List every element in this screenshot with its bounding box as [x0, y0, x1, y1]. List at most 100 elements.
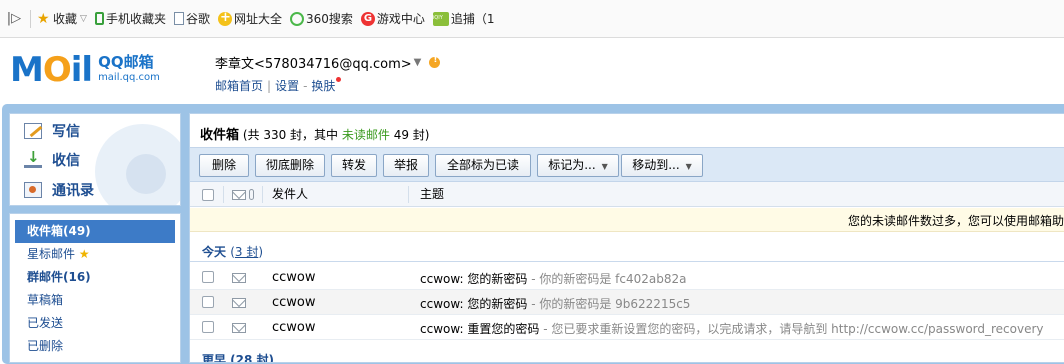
- divider: [190, 261, 1064, 262]
- chevron-down-icon: ▼: [685, 162, 692, 171]
- write-label: 写信: [52, 124, 80, 140]
- mail-subject[interactable]: ccwow: 您的新密码 - 你的新密码是 fc402ab82a: [420, 270, 686, 287]
- purge-button[interactable]: 彻底删除: [255, 154, 325, 177]
- folder-drafts[interactable]: 草稿箱: [10, 289, 180, 312]
- mail-subject-text: ccwow: 您的新密码: [420, 272, 528, 286]
- select-all-checkbox[interactable]: [202, 188, 214, 201]
- game-icon: [360, 11, 375, 26]
- brand-url: mail.qq.com: [98, 72, 160, 83]
- video-icon: [432, 11, 449, 26]
- sidebar-toggle-icon[interactable]: |▷: [0, 11, 28, 26]
- qq-mail-logo[interactable]: MOil QQ邮箱 mail.qq.com: [10, 52, 160, 88]
- contacts-button[interactable]: 通讯录: [24, 178, 94, 202]
- mail-header: MOil QQ邮箱 mail.qq.com 李章文<578034716@qq.c…: [0, 38, 1064, 102]
- group-today-count: (3 封): [230, 245, 264, 259]
- compose-panel: 写信 收信 通讯录: [9, 113, 181, 206]
- group-earlier: 更早 (28 封): [202, 353, 275, 363]
- folder-inbox[interactable]: 收件箱(49): [15, 220, 175, 243]
- delete-button[interactable]: 删除: [199, 154, 249, 177]
- report-button[interactable]: 举报: [383, 154, 429, 177]
- notice-text: 您的未读邮件数过多，您可以使用邮箱助: [847, 214, 1064, 228]
- mail-row-checkbox[interactable]: [202, 296, 214, 308]
- divider: -: [303, 79, 308, 93]
- receive-button[interactable]: 收信: [24, 148, 80, 172]
- fav-360-search[interactable]: 360搜索: [289, 9, 353, 29]
- fav-label: 手机收藏夹: [105, 12, 166, 26]
- chevron-down-icon[interactable]: ▼: [414, 57, 422, 68]
- phone-icon: [94, 12, 104, 25]
- divider: [262, 186, 263, 203]
- title-count-post: 49 封): [389, 128, 430, 142]
- chevron-down-icon: ▽: [80, 13, 87, 24]
- group-today-count-link[interactable]: 3 封: [235, 245, 258, 259]
- fav-label: 收藏: [53, 12, 78, 26]
- mail-home-link[interactable]: 邮箱首页: [215, 79, 263, 93]
- chevron-down-icon: ▼: [601, 162, 608, 171]
- mail-row[interactable]: ccwow ccwow: 您的新密码 - 你的新密码是 9b622215c5: [190, 290, 1064, 315]
- fav-label: 360搜索: [305, 12, 353, 26]
- group-today-label: 今天: [202, 245, 227, 259]
- star-icon: ★: [78, 247, 90, 261]
- mail-row-checkbox[interactable]: [202, 321, 214, 333]
- fav-game-center[interactable]: 游戏中心: [360, 9, 425, 29]
- forward-button[interactable]: 转发: [331, 154, 377, 177]
- envelope-icon: [232, 189, 246, 200]
- mail-toolbar: 删除 彻底删除 转发 举报 全部标为已读 标记为... ▼ 移动到... ▼: [190, 147, 1064, 182]
- fav-mobile-favorites[interactable]: 手机收藏夹: [94, 9, 166, 29]
- move-to-dropdown[interactable]: 移动到... ▼: [621, 154, 703, 177]
- select-all-cell[interactable]: [202, 182, 214, 207]
- mark-all-read-button[interactable]: 全部标为已读: [435, 154, 531, 177]
- fav-favorites-menu[interactable]: ★ 收藏 ▽: [37, 9, 87, 29]
- mail-from: ccwow: [272, 295, 316, 310]
- folder-label: 星标邮件: [27, 247, 76, 261]
- mail-subject[interactable]: ccwow: 您的新密码 - 你的新密码是 9b622215c5: [420, 295, 690, 312]
- folder-sent[interactable]: 已发送: [10, 312, 180, 335]
- group-today: 今天 (3 封): [202, 243, 263, 260]
- fav-label: 游戏中心: [376, 12, 425, 26]
- move-to-label: 移动到...: [632, 158, 680, 172]
- column-header: 发件人 主题: [190, 182, 1064, 207]
- mark-as-dropdown[interactable]: 标记为... ▼: [537, 154, 619, 177]
- fav-label: 追捕（1: [450, 12, 495, 26]
- folder-group-mail[interactable]: 群邮件(16): [10, 266, 180, 289]
- fav-label: 谷歌: [185, 12, 210, 26]
- folder-starred[interactable]: 星标邮件 ★: [10, 243, 180, 266]
- write-button[interactable]: 写信: [24, 119, 80, 143]
- mail-subject-text: ccwow: 重置您的密码: [420, 322, 540, 336]
- divider: [30, 9, 31, 28]
- mail-row[interactable]: ccwow ccwow: 重置您的密码 - 您已要求重新设置您的密码，以完成请求…: [190, 315, 1064, 340]
- mail-subject[interactable]: ccwow: 重置您的密码 - 您已要求重新设置您的密码，以完成请求，请导航到 …: [420, 320, 1044, 337]
- page-title: 收件箱 (共 330 封，其中 未读邮件 49 封): [200, 124, 429, 143]
- mail-preview: - 你的新密码是 fc402ab82a: [527, 272, 687, 286]
- notice-icon[interactable]: [429, 55, 441, 68]
- fav-label: 网址大全: [233, 12, 282, 26]
- search-360-icon: [289, 11, 304, 26]
- settings-link[interactable]: 设置: [275, 79, 299, 93]
- envelope-icon: [232, 298, 246, 308]
- title-count-pre: (共 330 封，其中: [239, 128, 342, 142]
- fav-chase[interactable]: 追捕（1: [432, 9, 495, 29]
- contacts-icon: [24, 182, 42, 198]
- subject-column-header[interactable]: 主题: [420, 182, 444, 207]
- envelope-icon: [232, 273, 246, 283]
- fav-url-directory[interactable]: 网址大全: [217, 9, 282, 29]
- flags-header: [232, 182, 254, 207]
- mail-row-checkbox[interactable]: [202, 271, 214, 283]
- from-column-header[interactable]: 发件人: [272, 182, 308, 207]
- divider: [223, 186, 224, 203]
- new-dot-icon: [336, 77, 342, 82]
- mail-from: ccwow: [272, 320, 316, 335]
- fav-google[interactable]: 谷歌: [173, 9, 210, 29]
- mark-as-label: 标记为...: [548, 158, 596, 172]
- penguin-watermark-icon: [126, 154, 166, 194]
- account-info: 李章文<578034716@qq.com> ▼ 邮箱首页 |设置-换肤: [215, 53, 441, 94]
- divider: |: [267, 79, 272, 93]
- account-name[interactable]: 李章文<578034716@qq.com>: [215, 53, 412, 72]
- unread-link[interactable]: 未读邮件: [342, 128, 390, 142]
- logo-mark: MOil: [10, 50, 93, 90]
- logo-brand: QQ邮箱 mail.qq.com: [98, 55, 160, 85]
- skin-link[interactable]: 换肤: [311, 79, 335, 93]
- folder-list: 收件箱(49) 星标邮件 ★ 群邮件(16) 草稿箱 已发送 已删除: [9, 213, 181, 363]
- mail-row[interactable]: ccwow ccwow: 您的新密码 - 你的新密码是 fc402ab82a: [190, 265, 1064, 290]
- divider: [408, 186, 409, 203]
